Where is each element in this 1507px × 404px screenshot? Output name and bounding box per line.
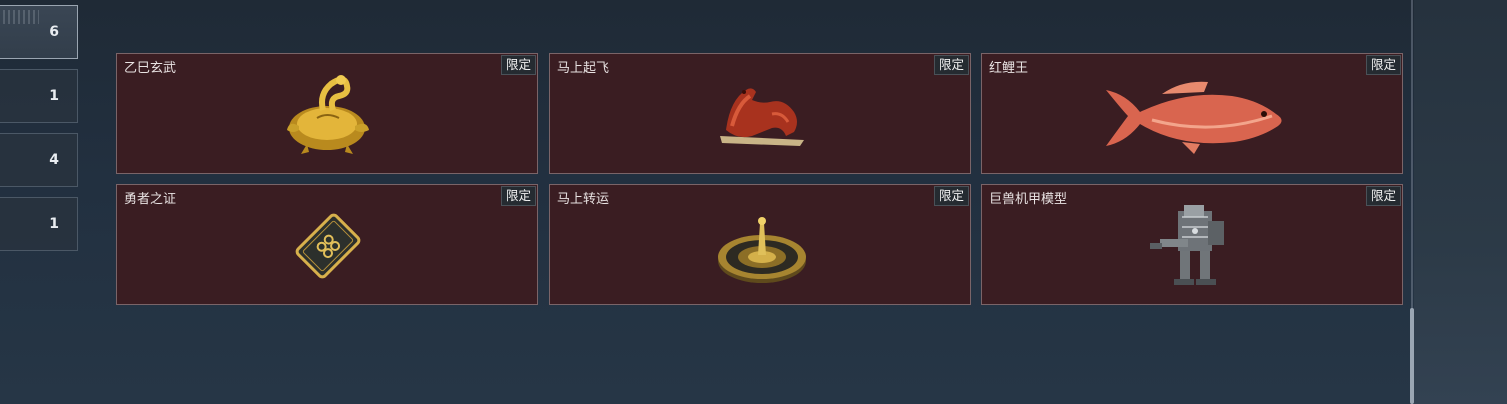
- item-card[interactable]: 马上转运 限定: [549, 184, 971, 305]
- right-panel-background: [1414, 0, 1507, 404]
- item-card[interactable]: 红鲤王 限定: [981, 53, 1403, 174]
- side-tab-count: 6: [49, 24, 59, 40]
- side-tab-1[interactable]: 6: [0, 5, 78, 59]
- side-tab-4[interactable]: 1: [0, 197, 78, 251]
- limited-badge: 限定: [1365, 55, 1401, 75]
- item-name: 乙巳玄武: [124, 61, 177, 76]
- limited-badge: 限定: [500, 55, 536, 75]
- item-card[interactable]: 勇者之证 限定: [116, 184, 538, 305]
- mech-model-icon: [1150, 205, 1224, 285]
- item-name: 巨兽机甲模型: [989, 192, 1068, 207]
- limited-badge: 限定: [500, 186, 536, 206]
- item-name: 勇者之证: [124, 192, 177, 207]
- gold-tortoise-snake-icon: [287, 75, 369, 154]
- item-card[interactable]: 巨兽机甲模型 限定: [981, 184, 1403, 305]
- tab-pattern-decoration: [3, 10, 39, 24]
- side-tab-count: 1: [49, 88, 59, 104]
- limited-badge: 限定: [933, 55, 969, 75]
- scrollbar-thumb[interactable]: [1410, 308, 1414, 404]
- item-card[interactable]: 乙巳玄武 限定: [116, 53, 538, 174]
- gold-compass-icon: [718, 217, 806, 283]
- red-carp-icon: [1106, 81, 1282, 154]
- side-tab-count: 4: [49, 152, 59, 168]
- item-name: 马上转运: [557, 192, 610, 207]
- side-tab-count: 1: [49, 216, 59, 232]
- side-tab-2[interactable]: 1: [0, 69, 78, 123]
- item-name: 马上起飞: [557, 61, 610, 76]
- item-card[interactable]: 马上起飞 限定: [549, 53, 971, 174]
- red-horse-icon: [720, 88, 804, 146]
- limited-badge: 限定: [933, 186, 969, 206]
- side-tab-3[interactable]: 4: [0, 133, 78, 187]
- card-emblem-icon: [295, 213, 361, 279]
- item-name: 红鲤王: [989, 61, 1029, 76]
- limited-badge: 限定: [1365, 186, 1401, 206]
